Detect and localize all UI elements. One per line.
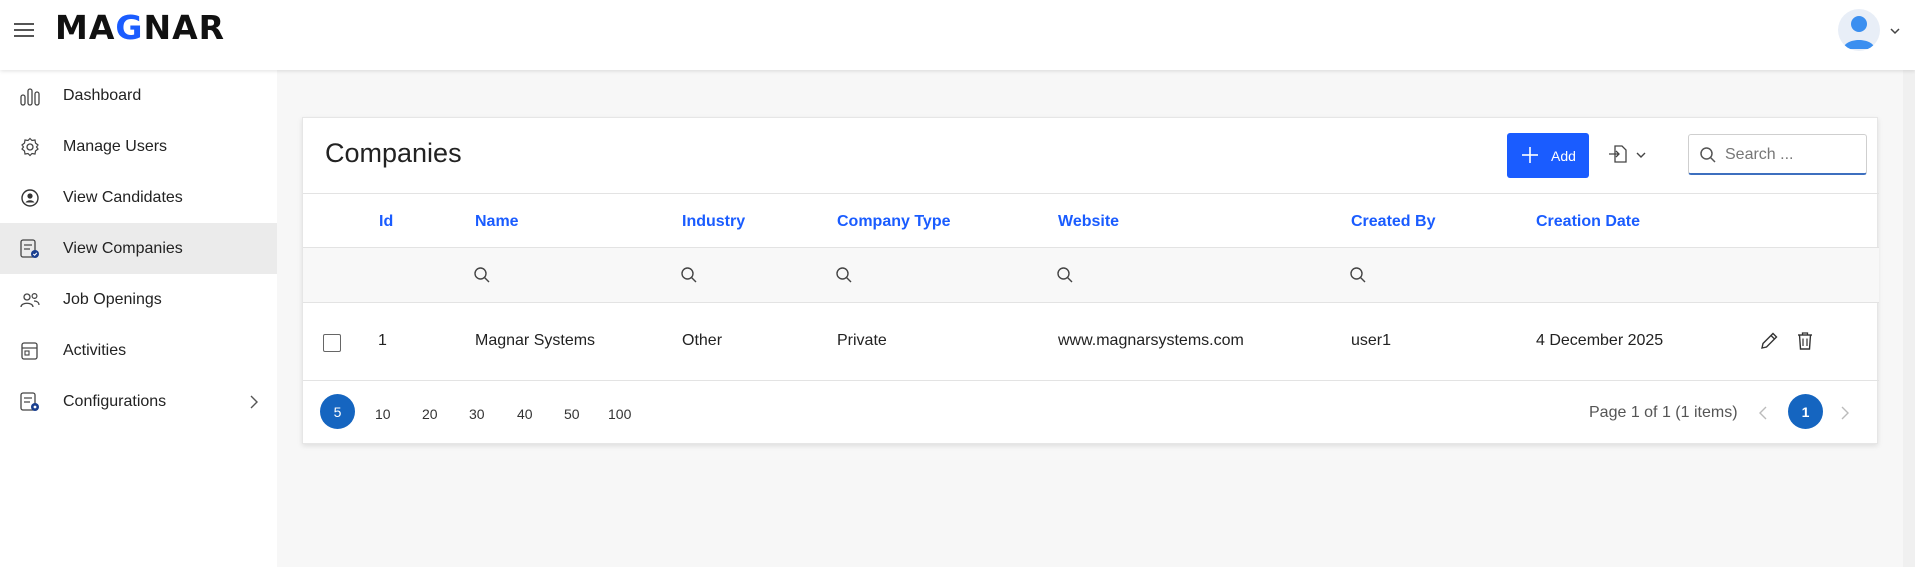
calendar-icon: [19, 341, 41, 361]
pagination-bar: 5 10 20 30 40 50 100 Page 1 of 1 (1 item…: [303, 381, 1879, 441]
sidebar-item-activities[interactable]: Activities: [0, 325, 277, 376]
sidebar-item-label: View Companies: [63, 239, 183, 257]
chevron-down-icon[interactable]: [1889, 24, 1901, 36]
page-size-50[interactable]: 50: [564, 406, 580, 422]
sidebar-item-job-openings[interactable]: Job Openings: [0, 274, 277, 325]
column-header-industry[interactable]: Industry: [682, 213, 745, 231]
company-list-icon: [19, 239, 41, 259]
sidebar: Dashboard Manage Users View Candidates V…: [0, 70, 277, 567]
sidebar-item-view-companies[interactable]: View Companies: [0, 223, 277, 274]
sidebar-item-label: Dashboard: [63, 86, 142, 104]
page-size-10[interactable]: 10: [375, 406, 391, 422]
cell-created-by: user1: [1351, 332, 1392, 349]
column-header-name[interactable]: Name: [475, 213, 519, 231]
cell-id: 1: [378, 332, 387, 349]
logo-text: MAGNAR: [55, 8, 226, 47]
filter-search-icon-created-by[interactable]: [1349, 266, 1367, 284]
sidebar-item-label: Configurations: [63, 392, 167, 410]
gear-icon: [19, 137, 41, 157]
search-field[interactable]: [1688, 134, 1867, 175]
column-header-id[interactable]: Id: [379, 213, 393, 231]
cell-company-type: Private: [837, 332, 887, 349]
top-header: MAGNAR: [0, 0, 1915, 70]
hamburger-menu-icon[interactable]: [14, 20, 36, 38]
page-info: Page 1 of 1 (1 items): [1589, 404, 1738, 421]
column-header-creation-date[interactable]: Creation Date: [1536, 213, 1640, 231]
add-button[interactable]: Add: [1507, 133, 1589, 178]
logo[interactable]: MAGNAR: [55, 11, 225, 45]
column-header-created-by[interactable]: Created By: [1351, 213, 1435, 231]
sidebar-item-label: Activities: [63, 341, 127, 359]
filter-search-icon-company-type[interactable]: [835, 266, 853, 284]
column-header-company-type[interactable]: Company Type: [837, 213, 951, 231]
filter-search-icon-website[interactable]: [1056, 266, 1074, 284]
page-size-5[interactable]: 5: [320, 394, 355, 429]
page-number-current[interactable]: 1: [1788, 394, 1823, 429]
filter-search-icon-industry[interactable]: [680, 266, 698, 284]
chevron-right-icon[interactable]: [1838, 406, 1850, 420]
plus-icon: [1521, 146, 1539, 164]
cell-website: www.magnarsystems.com: [1058, 332, 1244, 349]
row-checkbox[interactable]: [323, 334, 341, 352]
filter-search-icon-name[interactable]: [473, 266, 491, 284]
page-size-100[interactable]: 100: [608, 406, 631, 422]
config-icon: [19, 392, 41, 412]
column-header-website[interactable]: Website: [1058, 213, 1119, 231]
page-title: Companies: [325, 138, 462, 168]
companies-table: Id Name Industry Company Type Website Cr…: [303, 193, 1879, 381]
edit-pencil-icon[interactable]: [1758, 330, 1780, 352]
search-input[interactable]: [1725, 143, 1860, 167]
sidebar-item-manage-users[interactable]: Manage Users: [0, 121, 277, 172]
user-circle-icon: [19, 188, 41, 208]
page-size-20[interactable]: 20: [422, 406, 438, 422]
cell-industry: Other: [682, 332, 723, 349]
page-size-40[interactable]: 40: [517, 406, 533, 422]
cell-name: Magnar Systems: [475, 332, 596, 349]
page-size-30[interactable]: 30: [469, 406, 485, 422]
chevron-left-icon[interactable]: [1758, 406, 1770, 420]
user-avatar[interactable]: [1838, 9, 1880, 51]
page-scrollbar[interactable]: [1903, 70, 1915, 567]
sidebar-item-dashboard[interactable]: Dashboard: [0, 70, 277, 121]
people-icon: [19, 290, 41, 310]
sidebar-item-label: Manage Users: [63, 137, 168, 155]
sidebar-item-configurations[interactable]: Configurations: [0, 376, 277, 427]
table-row[interactable]: 1 Magnar Systems Other Private www.magna…: [303, 303, 1879, 381]
delete-trash-icon[interactable]: [1794, 330, 1816, 352]
chevron-right-icon[interactable]: [248, 394, 260, 410]
sidebar-item-label: View Candidates: [63, 188, 183, 206]
table-header: Id Name Industry Company Type Website Cr…: [303, 193, 1879, 248]
sidebar-item-label: Job Openings: [63, 290, 162, 308]
add-button-label: Add: [1551, 148, 1576, 164]
filter-row: [303, 248, 1879, 303]
bar-chart-icon: [19, 86, 41, 106]
cell-creation-date: 4 December 2025: [1536, 332, 1664, 349]
search-icon: [1699, 146, 1717, 164]
sidebar-item-view-candidates[interactable]: View Candidates: [0, 172, 277, 223]
export-icon: [1609, 145, 1646, 163]
export-dropdown-button[interactable]: [1607, 144, 1657, 166]
companies-card: Companies Add Id Name Industry Company T…: [302, 117, 1879, 444]
